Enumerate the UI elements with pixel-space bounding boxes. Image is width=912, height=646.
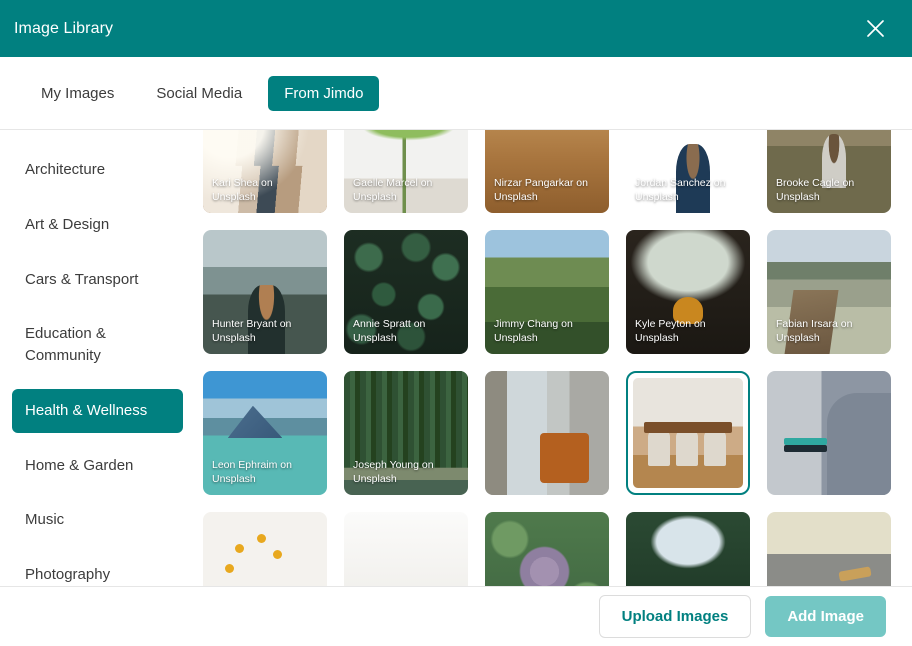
photo-image (767, 512, 891, 586)
image-tile[interactable]: Jordan Sanchez on Unsplash (626, 130, 750, 213)
photo-image (633, 378, 743, 488)
photo-image (344, 371, 468, 495)
category-sidebar[interactable]: Architecture Art & Design Cars & Transpo… (0, 130, 195, 586)
image-grid-scroll-area[interactable]: Kari Shea on Unsplash Gaelle Marcel on Un… (195, 130, 912, 586)
photo-image (344, 130, 468, 213)
image-thumbnail: Hunter Bryant on Unsplash (203, 230, 327, 354)
dialog-titlebar: Image Library (0, 0, 912, 57)
image-tile[interactable]: Joseph Young on Unsplash (344, 371, 468, 495)
image-thumbnail: Gaelle Marcel on Unsplash (344, 130, 468, 213)
image-thumbnail: Kari Shea on Unsplash (203, 130, 327, 213)
photo-image (767, 371, 891, 495)
image-thumbnail (767, 371, 891, 495)
photo-image (344, 230, 468, 354)
tab-bar: My Images Social Media From Jimdo (0, 57, 912, 130)
image-thumbnail: Nirzar Pangarkar on Unsplash (485, 130, 609, 213)
photo-image (203, 371, 327, 495)
sidebar-item-cars-transport[interactable]: Cars & Transport (12, 258, 183, 302)
sidebar-item-health-wellness[interactable]: Health & Wellness (12, 388, 183, 433)
image-tile[interactable]: Annie Spratt on Unsplash (344, 230, 468, 354)
sidebar-item-architecture[interactable]: Architecture (12, 148, 183, 192)
image-tile[interactable]: Kyle Peyton on Unsplash (626, 230, 750, 354)
sidebar-item-education-community[interactable]: Education & Community (12, 312, 183, 378)
add-image-button[interactable]: Add Image (765, 596, 886, 637)
photo-image (485, 371, 609, 495)
image-tile[interactable] (344, 512, 468, 586)
photo-image (485, 512, 609, 586)
image-thumbnail (626, 512, 750, 586)
image-thumbnail (485, 371, 609, 495)
photo-image (626, 230, 750, 354)
photo-image (344, 512, 468, 586)
image-tile[interactable] (626, 512, 750, 586)
close-icon[interactable] (858, 12, 892, 46)
image-thumbnail: Annie Spratt on Unsplash (344, 230, 468, 354)
image-tile[interactable] (485, 371, 609, 495)
image-tile-selected[interactable] (626, 371, 750, 495)
photo-image (203, 130, 327, 213)
sidebar-item-music[interactable]: Music (12, 498, 183, 542)
image-thumbnail (767, 512, 891, 586)
image-grid: Kari Shea on Unsplash Gaelle Marcel on Un… (203, 130, 912, 586)
page-title: Image Library (14, 19, 114, 37)
sidebar-item-photography[interactable]: Photography (12, 553, 183, 586)
image-library-dialog: Image Library My Images Social Media Fro… (0, 0, 912, 646)
tab-social-media[interactable]: Social Media (140, 76, 258, 111)
image-thumbnail: Brooke Cagle on Unsplash (767, 130, 891, 213)
image-thumbnail: Jordan Sanchez on Unsplash (626, 130, 750, 213)
image-thumbnail (344, 512, 468, 586)
dialog-body: Architecture Art & Design Cars & Transpo… (0, 130, 912, 586)
image-tile[interactable] (767, 371, 891, 495)
photo-image (767, 230, 891, 354)
image-thumbnail (485, 512, 609, 586)
image-tile[interactable] (203, 512, 327, 586)
image-tile[interactable]: Leon Ephraim on Unsplash (203, 371, 327, 495)
image-thumbnail: Kyle Peyton on Unsplash (626, 230, 750, 354)
photo-image (485, 230, 609, 354)
image-thumbnail (633, 378, 743, 488)
dialog-footer: Upload Images Add Image (0, 586, 912, 646)
photo-image (203, 230, 327, 354)
image-thumbnail: Leon Ephraim on Unsplash (203, 371, 327, 495)
tab-my-images[interactable]: My Images (25, 76, 130, 111)
photo-image (203, 512, 327, 586)
image-thumbnail: Fabian Irsara on Unsplash (767, 230, 891, 354)
image-tile[interactable] (767, 512, 891, 586)
image-thumbnail (203, 512, 327, 586)
sidebar-item-art-design[interactable]: Art & Design (12, 203, 183, 247)
image-tile[interactable]: Gaelle Marcel on Unsplash (344, 130, 468, 213)
tab-from-jimdo[interactable]: From Jimdo (268, 75, 380, 111)
image-tile[interactable]: Brooke Cagle on Unsplash (767, 130, 891, 213)
image-tile[interactable]: Kari Shea on Unsplash (203, 130, 327, 213)
photo-image (626, 512, 750, 586)
photo-image (485, 130, 609, 213)
image-tile[interactable]: Nirzar Pangarkar on Unsplash (485, 130, 609, 213)
image-thumbnail: Jimmy Chang on Unsplash (485, 230, 609, 354)
image-tile[interactable]: Jimmy Chang on Unsplash (485, 230, 609, 354)
sidebar-item-home-garden[interactable]: Home & Garden (12, 444, 183, 488)
image-tile[interactable] (485, 512, 609, 586)
photo-image (767, 130, 891, 213)
image-tile[interactable]: Hunter Bryant on Unsplash (203, 230, 327, 354)
image-tile[interactable]: Fabian Irsara on Unsplash (767, 230, 891, 354)
photo-image (626, 130, 750, 213)
image-thumbnail: Joseph Young on Unsplash (344, 371, 468, 495)
upload-images-button[interactable]: Upload Images (598, 595, 752, 638)
